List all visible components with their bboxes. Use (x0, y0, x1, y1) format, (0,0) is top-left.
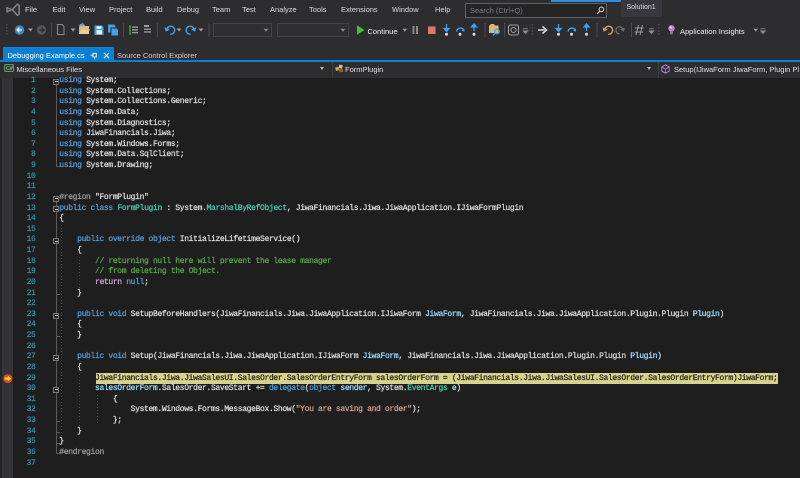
svg-text:C#: C# (6, 66, 13, 72)
